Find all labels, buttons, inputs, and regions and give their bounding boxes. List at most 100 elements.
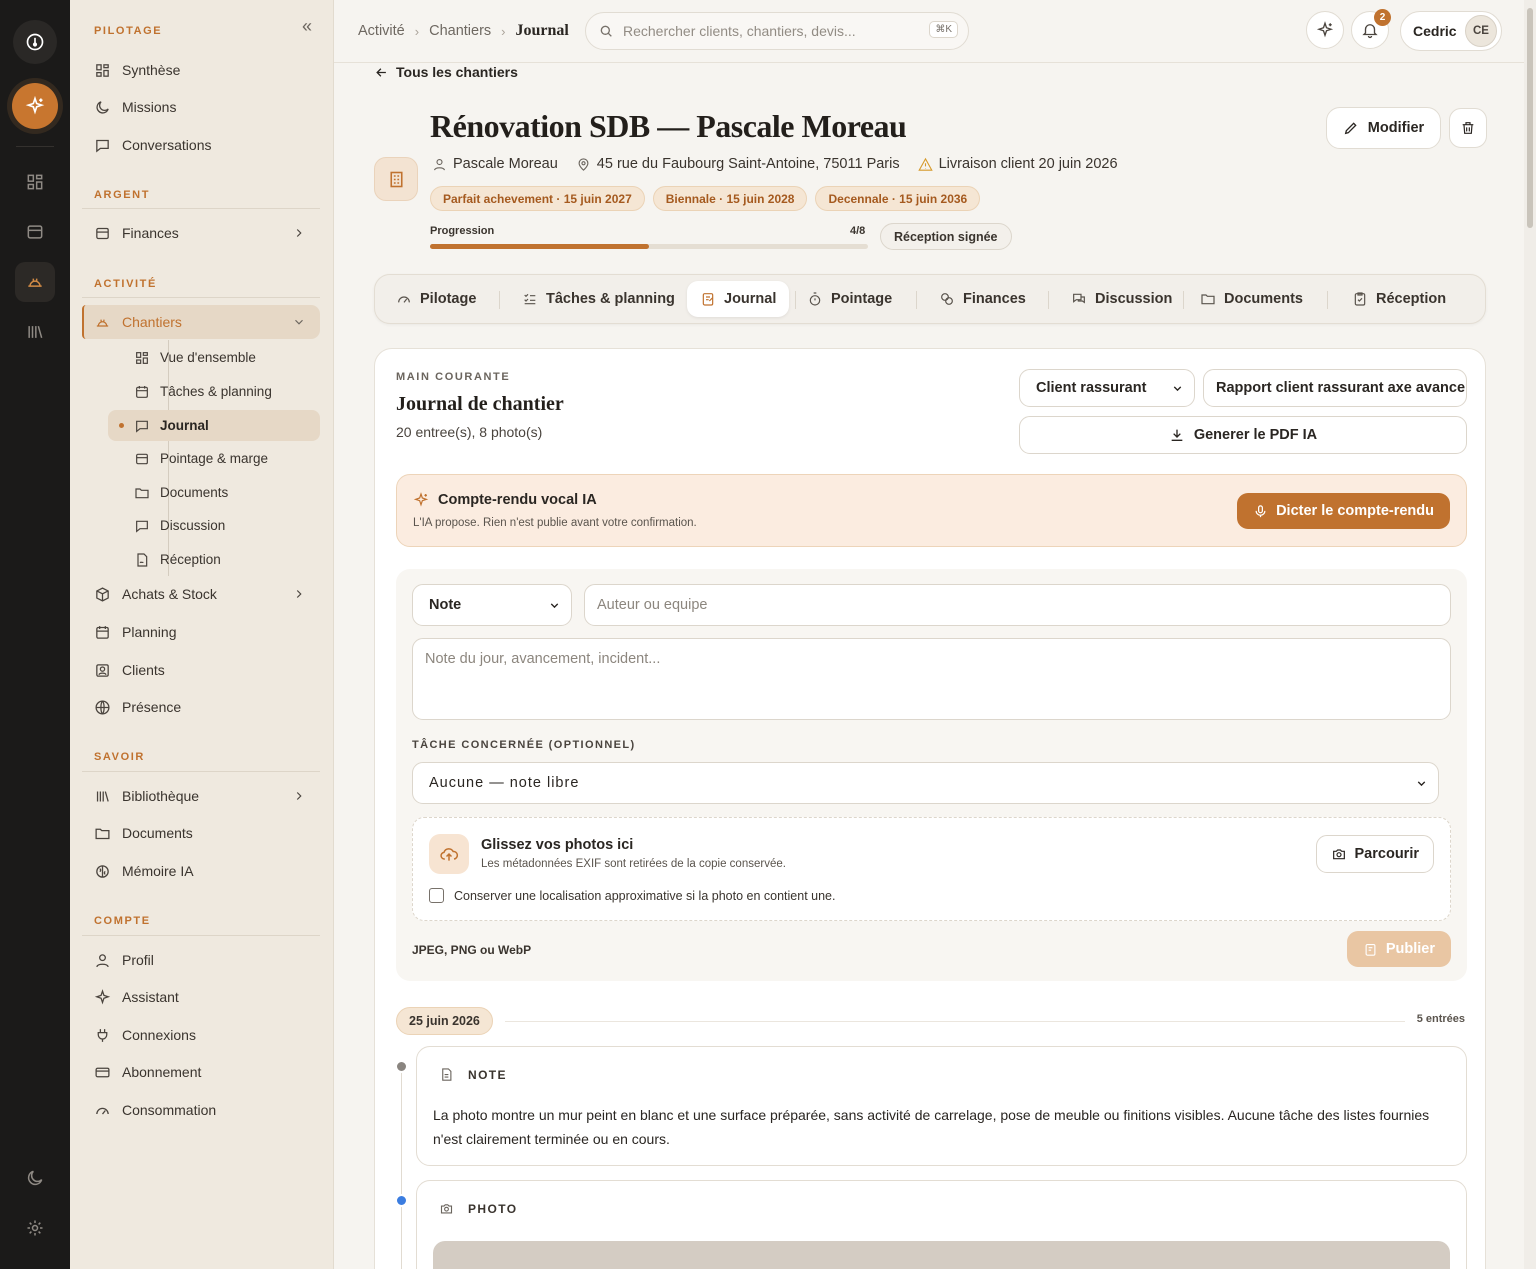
sidebar-item-achats[interactable]: Achats & Stock [82, 577, 320, 611]
subitem-journal[interactable]: Journal [108, 410, 320, 441]
entry-photo[interactable] [433, 1241, 1450, 1269]
tab-finances[interactable]: Finances [926, 281, 1039, 317]
breadcrumb-chantiers[interactable]: Chantiers [429, 23, 491, 39]
tab-label: Documents [1224, 291, 1303, 307]
subitem-discussion[interactable]: Discussion [108, 510, 320, 541]
note-textarea[interactable] [412, 638, 1451, 720]
subitem-documents[interactable]: Documents [108, 477, 320, 508]
sidebar-item-bibliotheque[interactable]: Bibliothèque [82, 779, 320, 813]
voice-report-title-text: Compte-rendu vocal IA [438, 492, 597, 508]
location-checkbox-row[interactable]: Conserver une localisation approximative… [429, 888, 835, 903]
sidebar-item-assistant[interactable]: Assistant [82, 980, 320, 1014]
tab-taches[interactable]: Tâches & planning [509, 281, 688, 317]
tab-pilotage[interactable]: Pilotage [383, 281, 489, 317]
assistant-sparkle-icon[interactable] [12, 83, 58, 129]
report-select[interactable]: Rapport client rassurant axe avancement [1203, 369, 1467, 407]
tab-divider [499, 291, 500, 309]
sidebar-item-chantiers[interactable]: Chantiers [82, 305, 320, 339]
tab-journal[interactable]: Journal [687, 281, 790, 317]
microphone-icon [1255, 504, 1266, 517]
subitem-pointage[interactable]: Pointage & marge [108, 443, 320, 474]
journal-entry[interactable]: NOTE La photo montre un mur peint en bla… [416, 1046, 1467, 1166]
tab-reception[interactable]: Réception [1339, 281, 1459, 317]
task-select[interactable]: Aucune — note libre [412, 762, 1439, 804]
subitem-reception[interactable]: Réception [108, 544, 320, 575]
sidebar-item-planning[interactable]: Planning [82, 615, 320, 649]
tab-discussion[interactable]: Discussion [1058, 281, 1185, 317]
back-link[interactable]: Tous les chantiers [374, 64, 518, 80]
page-scrollbar[interactable] [1524, 0, 1536, 1269]
wallet-icon[interactable] [15, 212, 55, 252]
user-menu-button[interactable]: Cedric CE [1400, 11, 1502, 51]
back-link-label: Tous les chantiers [396, 64, 518, 80]
timeline-dot [395, 1060, 408, 1073]
sidebar-item-connexions[interactable]: Connexions [82, 1018, 320, 1052]
sidebar-item-synthese[interactable]: Synthèse [82, 53, 320, 87]
collapse-sidebar-icon[interactable]: « [302, 16, 312, 37]
sidebar-item-missions[interactable]: Missions [82, 90, 320, 124]
dictate-button[interactable]: Dicter le compte-rendu [1237, 493, 1450, 529]
timeline-dot [395, 1194, 408, 1207]
chat-bubbles-icon [1073, 293, 1085, 304]
moon-icon[interactable] [15, 1158, 55, 1198]
library-icon[interactable] [15, 312, 55, 352]
breadcrumb-activite[interactable]: Activité [358, 23, 405, 39]
sidebar-item-abonnement[interactable]: Abonnement [82, 1055, 320, 1089]
delete-button[interactable] [1449, 108, 1487, 148]
breadcrumb: Activité › Chantiers › Journal [358, 22, 569, 40]
entry-type-select[interactable]: Note [412, 584, 572, 626]
sidebar-item-memoire[interactable]: Mémoire IA [82, 854, 320, 888]
notifications-button[interactable]: 2 [1351, 9, 1391, 49]
browse-button[interactable]: Parcourir [1315, 835, 1434, 873]
sidebar-item-conversations[interactable]: Conversations [82, 128, 320, 162]
sidebar-item-finances[interactable]: Finances [82, 216, 320, 250]
sidebar-item-documents[interactable]: Documents [82, 816, 320, 850]
tab-label: Réception [1376, 291, 1447, 307]
helmet-icon[interactable] [15, 262, 55, 302]
section-divider [82, 935, 320, 936]
journal-entry[interactable]: PHOTO [416, 1180, 1467, 1269]
sidebar-item-label: Mémoire IA [122, 863, 194, 879]
tab-divider [1183, 291, 1184, 309]
subitem-taches[interactable]: Tâches & planning [108, 376, 320, 407]
search-input[interactable] [623, 23, 913, 39]
tab-documents[interactable]: Documents [1187, 281, 1316, 317]
dictate-label: Dicter le compte-rendu [1276, 503, 1434, 519]
edit-button-label: Modifier [1367, 120, 1425, 136]
sparkle-icon [1316, 21, 1334, 38]
scrollbar-thumb[interactable] [1527, 8, 1533, 228]
grid-icon [136, 351, 148, 364]
sidebar-item-consommation[interactable]: Consommation [82, 1093, 320, 1127]
logo-icon[interactable] [13, 20, 57, 64]
subitem-vue-ensemble[interactable]: Vue d'ensemble [108, 342, 320, 373]
breadcrumb-separator: › [501, 23, 506, 39]
location-checkbox[interactable] [429, 888, 444, 903]
entry-type-header: NOTE [439, 1067, 507, 1082]
chat-icon [96, 139, 109, 152]
sidebar-item-profil[interactable]: Profil [82, 943, 320, 977]
subitem-label: Réception [160, 552, 221, 567]
settings-gear-icon[interactable] [15, 1208, 55, 1248]
publish-label: Publier [1385, 941, 1435, 957]
tab-pointage[interactable]: Pointage [794, 281, 905, 317]
photo-dropzone[interactable]: Glissez vos photos ici Les métadonnées E… [412, 817, 1451, 921]
sidebar-item-clients[interactable]: Clients [82, 653, 320, 687]
generate-pdf-button[interactable]: Generer le PDF IA [1019, 416, 1467, 454]
notification-count-badge: 2 [1374, 9, 1391, 26]
section-compte: COMPTE [94, 915, 151, 927]
subitem-label: Documents [160, 485, 229, 500]
address: 45 rue du Faubourg Saint-Antoine, 75011 … [596, 156, 900, 172]
publish-button[interactable]: Publier [1346, 931, 1451, 967]
tone-select[interactable]: Client rassurant [1019, 369, 1195, 407]
address-meta: 45 rue du Faubourg Saint-Antoine, 75011 … [576, 156, 900, 172]
author-input[interactable] [584, 584, 1451, 626]
assistant-button[interactable] [1306, 11, 1344, 49]
stopwatch-icon [809, 292, 821, 306]
delivery-meta: Livraison client 20 juin 2026 [917, 156, 1118, 172]
sidebar-item-presence[interactable]: Présence [82, 690, 320, 724]
search-bar[interactable]: ⌘K [585, 12, 969, 50]
dashboard-grid-icon[interactable] [15, 162, 55, 202]
edit-button[interactable]: Modifier [1326, 107, 1441, 149]
sidebar-item-label: Consommation [122, 1102, 217, 1118]
tab-label: Pilotage [420, 291, 477, 307]
